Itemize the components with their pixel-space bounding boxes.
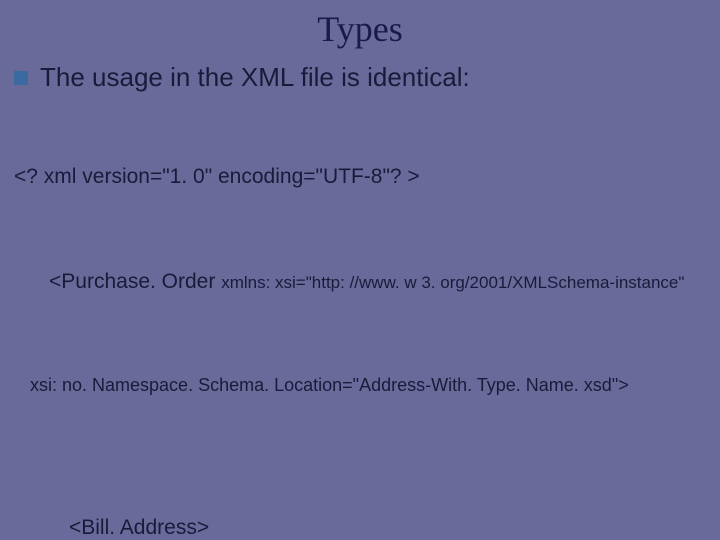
bullet-item: The usage in the XML file is identical: bbox=[14, 62, 706, 93]
slide-title: Types bbox=[14, 8, 706, 50]
xml-code-block: <? xml version="1. 0" encoding="UTF-8"? … bbox=[14, 111, 706, 540]
square-bullet-icon bbox=[14, 71, 28, 85]
code-text-po-tag: <Purchase. Order bbox=[49, 270, 221, 293]
bullet-text: The usage in the XML file is identical: bbox=[40, 62, 470, 93]
code-line-po-open: <Purchase. Order xmlns: xsi="http: //www… bbox=[14, 242, 706, 321]
code-line-xml-decl: <? xml version="1. 0" encoding="UTF-8"? … bbox=[14, 164, 706, 190]
code-line-schema-loc: xsi: no. Namespace. Schema. Location="Ad… bbox=[14, 374, 706, 397]
slide: Types The usage in the XML file is ident… bbox=[0, 0, 720, 540]
code-text-xmlns: xmlns: xsi="http: //www. w 3. org/2001/X… bbox=[221, 273, 684, 292]
spacer bbox=[14, 449, 706, 463]
code-line-bill-open: <Bill. Address> bbox=[14, 515, 706, 540]
